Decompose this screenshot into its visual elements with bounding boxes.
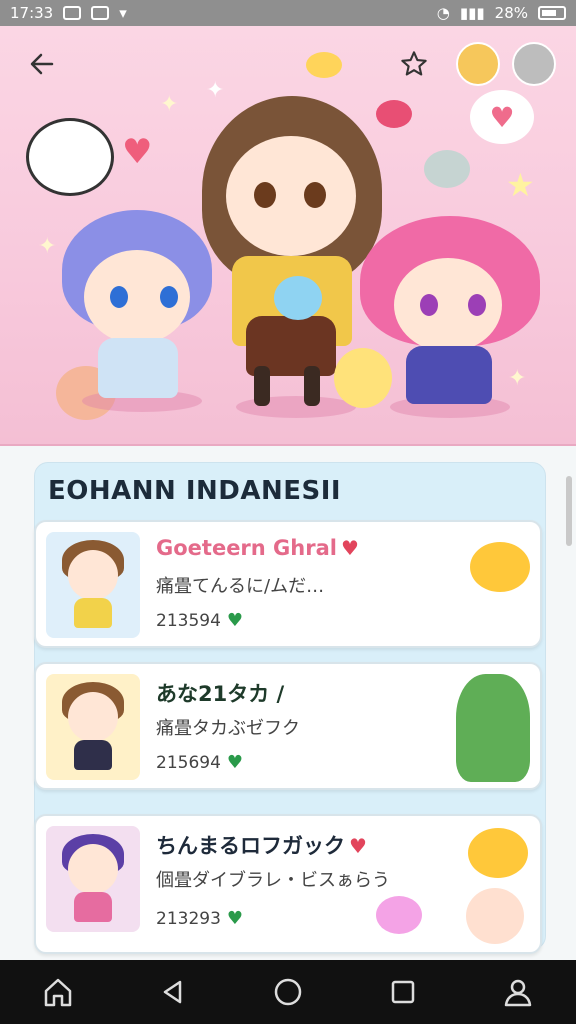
profile-nav-button[interactable] <box>493 967 543 1017</box>
cat-girl-sticker-icon <box>466 888 524 944</box>
cat-sticker-icon <box>424 150 470 188</box>
home-icon <box>44 978 71 1007</box>
bear-sticker-icon <box>334 348 392 408</box>
home-circle-button[interactable] <box>263 967 313 1017</box>
list-item[interactable]: Goeteern Ghral ♥ 痛畳てんるに/ムだ… 213594 ♥ <box>34 520 542 648</box>
square-recents-icon <box>391 980 415 1004</box>
profile-icon <box>505 979 532 1007</box>
item-count: 215694 ♥ <box>156 752 244 773</box>
battery-percent: 28% <box>494 4 528 22</box>
section-title: EOHANN INDANESII <box>48 476 342 506</box>
item-count: 213293 ♥ <box>156 908 244 929</box>
signal-icon: ▮▮▮ <box>459 4 485 22</box>
list-item[interactable]: あな21タカ / 痛畳タカぶゼフク 215694 ♥ <box>34 662 542 790</box>
arrow-left-icon <box>30 53 54 75</box>
item-count: 213594 ♥ <box>156 610 244 631</box>
recents-button[interactable] <box>378 967 428 1017</box>
frog-sticker-icon <box>456 674 530 782</box>
item-subtitle: 痛畳タカぶゼフク <box>156 718 300 739</box>
sparkle-icon: ✦ <box>160 92 179 117</box>
back-triangle-icon <box>163 980 182 1004</box>
cat-sticker-icon <box>26 118 114 196</box>
heart-icon: ♥ <box>226 610 244 631</box>
star-outline-icon <box>401 51 427 76</box>
status-bar: 17:33 ▾ ◔ ▮▮▮ 28% <box>0 0 576 26</box>
wifi-icon: ▾ <box>119 4 127 22</box>
item-thumbnail <box>46 532 140 638</box>
item-thumbnail <box>46 826 140 932</box>
profile-avatar[interactable] <box>512 42 556 86</box>
heart-icon: ♥ <box>226 908 244 929</box>
heart-icon: ♥ <box>349 834 367 858</box>
back-button[interactable] <box>22 44 62 84</box>
heart-icon: ♥ <box>226 752 244 773</box>
battery-icon <box>538 6 566 20</box>
list-item[interactable]: ちんまるロフガック ♥ 個畳ダイブラレ・ビスぁらう 213293 ♥ <box>34 814 542 954</box>
heart-icon: ♥ <box>340 536 359 560</box>
circle-home-icon <box>274 978 302 1006</box>
bottom-navigation <box>0 960 576 1024</box>
status-time: 17:33 <box>10 4 54 22</box>
alarm-icon: ◔ <box>436 4 450 22</box>
item-title: Goeteern Ghral ♥ <box>156 536 359 560</box>
chick-sticker-icon <box>468 828 528 878</box>
home-button[interactable] <box>33 967 83 1017</box>
favorite-button[interactable] <box>394 44 434 84</box>
heart-icon: ♥ <box>122 132 153 172</box>
scrollbar[interactable] <box>566 476 572 546</box>
star-icon: ★ <box>506 166 535 204</box>
notification-icon <box>63 6 82 20</box>
hero-banner: ♥ ✦ ✦ ✦ ✦ ★ ♥ <box>0 26 576 446</box>
speech-bubble-heart-icon: ♥ <box>470 90 534 144</box>
content-area: EOHANN INDANESII Goeteern Ghral ♥ 痛畳てんるに/… <box>0 446 576 960</box>
notification-icon <box>91 6 110 20</box>
item-subtitle: 個畳ダイブラレ・ビスぁらう <box>156 870 390 891</box>
item-subtitle: 痛畳てんるに/ムだ… <box>156 576 325 597</box>
blob-sticker-icon <box>376 896 422 934</box>
chick-sticker-icon <box>470 542 530 592</box>
item-title: あな21タカ / <box>156 682 285 706</box>
item-title: ちんまるロフガック ♥ <box>156 834 367 858</box>
back-nav-button[interactable] <box>148 967 198 1017</box>
item-thumbnail <box>46 674 140 780</box>
friend-avatar[interactable] <box>456 42 500 86</box>
